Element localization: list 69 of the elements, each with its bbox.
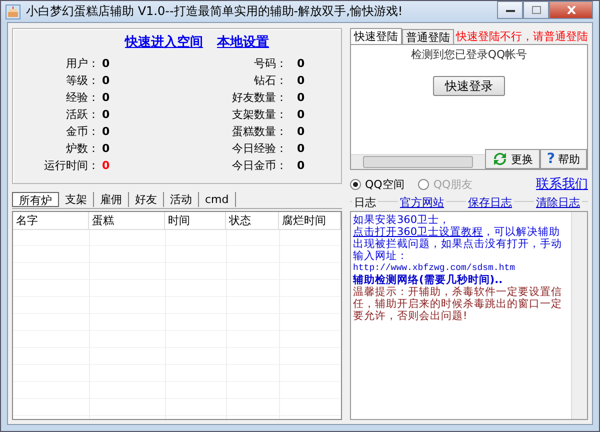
- stat-label: 活跃：: [65, 106, 99, 122]
- stat-value: 0: [297, 158, 305, 172]
- column-header[interactable]: 状态: [226, 212, 279, 230]
- stat-label: 今日经验：: [231, 140, 287, 156]
- stat-label: 钻石：: [253, 72, 287, 88]
- link[interactable]: 快速进入空间: [125, 33, 203, 51]
- stat-value: 0: [102, 56, 110, 70]
- tutorial-link[interactable]: 点击打开360卫士设置教程: [353, 226, 484, 238]
- stat-value: 0: [297, 74, 305, 86]
- stat-value: 0: [102, 74, 110, 86]
- log-link[interactable]: 清除日志: [534, 194, 582, 210]
- log-message: 温馨提示：开辅助，杀毒软件一定要设置信任，辅助开启来的时候杀毒跳出的窗口一定要允许，否则会出问题!: [353, 286, 563, 322]
- minimize-icon: [506, 8, 514, 12]
- close-icon: [566, 6, 576, 14]
- column-header[interactable]: 时间: [165, 212, 226, 230]
- stat-label: 炉数：: [65, 140, 99, 156]
- stat-label: 经验：: [65, 90, 99, 104]
- tab[interactable]: cmd: [199, 192, 236, 207]
- cake-icon: [5, 4, 21, 20]
- stat-label: 号码：: [253, 56, 287, 70]
- log-url: http://www.xbfzwg.com/sdsm.htm: [353, 262, 516, 274]
- stat-value: 0: [102, 108, 110, 120]
- stat-value: 0: [297, 56, 305, 70]
- stat-value: 0: [297, 90, 305, 104]
- close-button[interactable]: [549, 1, 593, 19]
- stat-value: 0: [297, 108, 305, 120]
- stat-label: 等级：: [65, 72, 99, 88]
- stat-label: 运行时间：: [43, 158, 99, 172]
- maximize-icon: [532, 6, 540, 14]
- refresh-icon: [492, 151, 508, 167]
- login-hint: 快速登陆不行，请普通登陆: [456, 29, 588, 44]
- login-status: 检测到您已登录QQ帐号: [410, 47, 528, 62]
- horizontal-scrollbar[interactable]: [351, 154, 485, 169]
- stat-value: 0: [297, 142, 305, 154]
- radio-button[interactable]: QQ空间: [350, 176, 404, 192]
- stat-label: 今日金币：: [231, 158, 287, 172]
- column-header[interactable]: 名字: [13, 212, 89, 230]
- window-title: 小白梦幻蛋糕店辅助 V1.0--打造最简单实用的辅助-解放双手,愉快游戏!: [26, 3, 403, 20]
- stat-label: 金币：: [65, 124, 99, 138]
- tab[interactable]: 好友: [129, 192, 164, 207]
- stat-label: 用户：: [65, 56, 99, 70]
- log-link[interactable]: 官方网站: [398, 194, 446, 210]
- log-message: 如果安装360卫士， 点击打开360卫士设置教程，可以解决辅助出现被拦截问题，如果点击没有打开，手动输入网址：: [353, 214, 563, 262]
- change-button[interactable]: 更换: [484, 149, 540, 169]
- stat-label: 好友数量：: [231, 90, 287, 104]
- vertical-scrollbar[interactable]: [571, 212, 587, 419]
- stat-value: 0: [102, 124, 110, 138]
- column-header[interactable]: 蛋糕: [89, 212, 165, 230]
- log-title: 日志: [352, 194, 378, 210]
- quick-login-button[interactable]: 快速登录: [433, 76, 505, 96]
- tab[interactable]: 所有炉: [12, 192, 59, 207]
- tab[interactable]: 支架: [59, 192, 94, 207]
- minimize-button[interactable]: [497, 1, 523, 19]
- stat-value: 0: [102, 90, 110, 104]
- link[interactable]: 本地设置: [217, 33, 269, 51]
- log-message: 辅助检测网络(需要几秒时间)..: [353, 274, 504, 286]
- stat-value: 0: [102, 142, 110, 154]
- column-header[interactable]: 腐烂时间: [279, 212, 341, 230]
- stat-label: 蛋糕数量：: [231, 124, 287, 138]
- tab[interactable]: 活动: [164, 192, 199, 207]
- stat-value: 0: [102, 158, 110, 172]
- contact-link[interactable]: 联系我们: [536, 175, 588, 193]
- tab[interactable]: 快速登陆: [350, 28, 402, 44]
- stat-label: 支架数量：: [231, 106, 287, 122]
- stat-value: 0: [297, 124, 305, 138]
- tab[interactable]: 雇佣: [94, 192, 129, 207]
- tab[interactable]: 普通登陆: [402, 29, 454, 44]
- log-link[interactable]: 保存日志: [466, 194, 514, 210]
- help-button[interactable]: ? 帮助: [540, 149, 587, 169]
